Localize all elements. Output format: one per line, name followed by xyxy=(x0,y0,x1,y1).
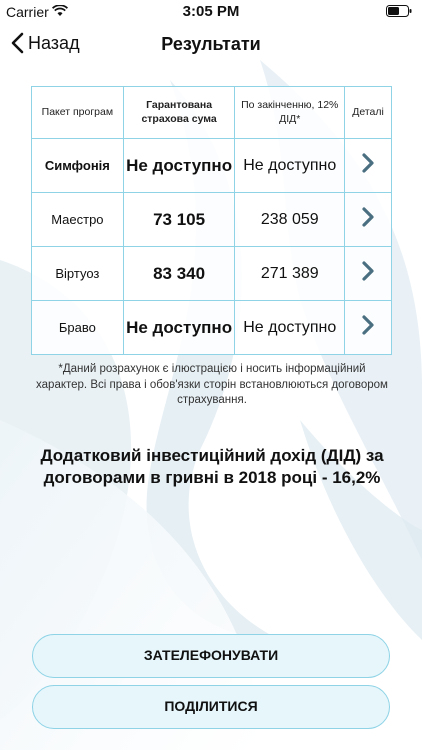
chevron-right-icon xyxy=(362,153,374,173)
table-row: Симфонія Не доступно Не доступно xyxy=(31,138,392,193)
chevron-right-icon xyxy=(362,261,374,281)
table-row: Маестро 73 105 238 059 xyxy=(31,192,392,247)
battery-icon xyxy=(386,5,412,17)
row-name: Симфонія xyxy=(31,138,124,193)
details-button[interactable] xyxy=(344,300,392,355)
row-sum: 73 105 xyxy=(122,192,236,247)
row-sum: Не доступно xyxy=(122,300,236,355)
results-table: Пакет програм Гарантована страхова сума … xyxy=(31,86,392,355)
table-header-row: Пакет програм Гарантована страхова сума … xyxy=(31,86,392,139)
row-sum: 83 340 xyxy=(122,246,236,301)
details-button[interactable] xyxy=(344,138,392,193)
chevron-right-icon xyxy=(362,207,374,227)
status-bar: Carrier 3:05 PM xyxy=(0,0,422,24)
header-end: По закінченню, 12% ДІД* xyxy=(234,86,346,139)
header-sum: Гарантована страхова сума xyxy=(122,86,236,139)
details-button[interactable] xyxy=(344,246,392,301)
row-name: Браво xyxy=(31,300,124,355)
status-time: 3:05 PM xyxy=(182,3,240,20)
row-sum: Не доступно xyxy=(122,138,236,193)
row-name: Віртуоз xyxy=(31,246,124,301)
row-end: Не доступно xyxy=(234,138,346,193)
navigation-bar: Назад Результати xyxy=(0,28,422,62)
table-row: Браво Не доступно Не доступно xyxy=(31,300,392,355)
share-button[interactable]: ПОДІЛИТИСЯ xyxy=(32,685,390,729)
page-title: Результати xyxy=(161,34,261,54)
header-package: Пакет програм xyxy=(31,86,124,139)
row-end: 271 389 xyxy=(234,246,346,301)
chevron-right-icon xyxy=(362,315,374,335)
row-end: 238 059 xyxy=(234,192,346,247)
row-end: Не доступно xyxy=(234,300,346,355)
income-info: Додатковий інвестиційний дохід (ДІД) за … xyxy=(40,446,384,488)
header-details: Деталі xyxy=(344,86,392,139)
disclaimer-note: *Даний розрахунок є ілюстрацією і носить… xyxy=(36,363,388,407)
details-button[interactable] xyxy=(344,192,392,247)
table-row: Віртуоз 83 340 271 389 xyxy=(31,246,392,301)
row-name: Маестро xyxy=(31,192,124,247)
call-button[interactable]: ЗАТЕЛЕФОНУВАТИ xyxy=(32,634,390,678)
